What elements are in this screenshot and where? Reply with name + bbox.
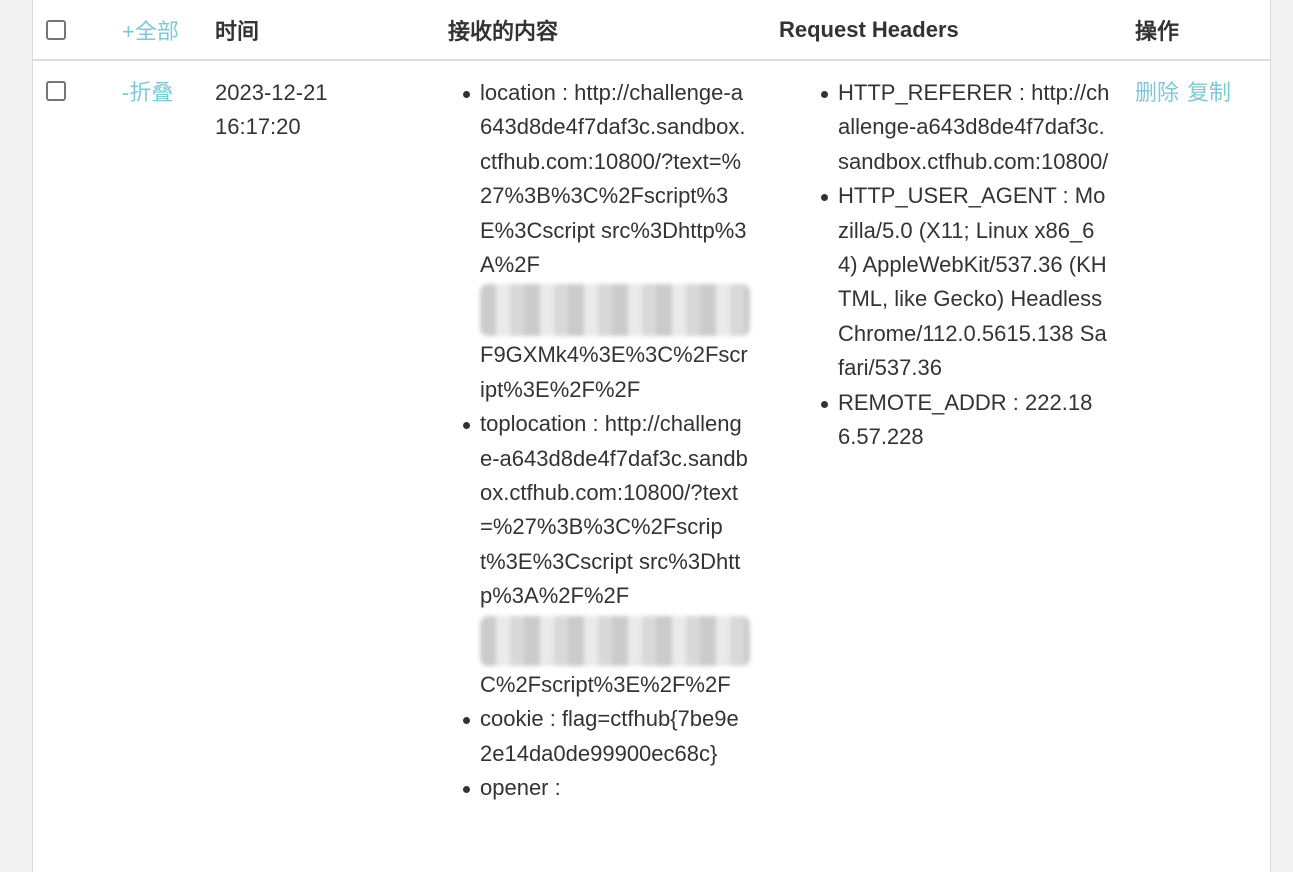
content-item-opener: opener : <box>463 771 748 805</box>
location-text: location : http://challenge-a643d8de4f7d… <box>480 80 747 278</box>
header-item-user-agent: HTTP_USER_AGENT : Mozilla/5.0 (X11; Linu… <box>821 179 1110 385</box>
toplocation-text-tail: C%2Fscript%3E%2F%2F <box>480 671 731 697</box>
actions-cell: 删除 复制 <box>1135 60 1270 805</box>
expand-all-cell: +全部 <box>86 0 215 61</box>
content-cell: location : http://challenge-a643d8de4f7d… <box>421 60 779 805</box>
request-headers-cell: HTTP_REFERER : http://challenge-a643d8de… <box>779 60 1135 805</box>
content-item-location: location : http://challenge-a643d8de4f7d… <box>463 76 750 407</box>
select-all-checkbox[interactable] <box>46 19 66 40</box>
time-date: 2023-12-21 <box>215 80 328 105</box>
content-header: 接收的内容 <box>421 0 779 61</box>
delete-link[interactable]: 删除 <box>1135 80 1179 105</box>
collapse-link[interactable]: -折叠 <box>86 76 173 110</box>
records-table: +全部 时间 接收的内容 Request Headers 操作 -折叠 2023… <box>33 0 1270 805</box>
header-item-remote-addr: REMOTE_ADDR : 222.186.57.228 <box>821 386 1110 455</box>
header-item-referer: HTTP_REFERER : http://challenge-a643d8de… <box>821 76 1110 179</box>
row-select-cell <box>33 60 86 805</box>
redacted-blur <box>480 284 750 337</box>
table-header-row: +全部 时间 接收的内容 Request Headers 操作 <box>33 0 1270 61</box>
row-checkbox[interactable] <box>46 81 66 101</box>
location-text-tail: F9GXMk4%3E%3C%2Fscript%3E%2F%2F <box>480 342 748 402</box>
toplocation-text: toplocation : http://challenge-a643d8de4… <box>480 411 748 609</box>
table-row: -折叠 2023-12-21 16:17:20 location : http:… <box>33 60 1270 805</box>
time-header: 时间 <box>215 0 421 61</box>
redacted-blur <box>480 615 750 666</box>
copy-link[interactable]: 复制 <box>1187 80 1231 105</box>
request-headers-header: Request Headers <box>779 0 1135 61</box>
content-item-cookie: cookie : flag=ctfhub{7be9e2e14da0de99900… <box>463 702 748 771</box>
collapse-cell: -折叠 <box>86 60 215 805</box>
time-clock: 16:17:20 <box>215 114 301 140</box>
expand-all-link[interactable]: +全部 <box>86 14 179 46</box>
select-all-cell <box>33 0 86 61</box>
records-panel: +全部 时间 接收的内容 Request Headers 操作 -折叠 2023… <box>32 0 1271 872</box>
actions-header: 操作 <box>1135 0 1270 61</box>
headers-list: HTTP_REFERER : http://challenge-a643d8de… <box>821 76 1110 455</box>
time-cell: 2023-12-21 16:17:20 <box>215 60 421 805</box>
content-list: location : http://challenge-a643d8de4f7d… <box>463 76 750 805</box>
content-item-toplocation: toplocation : http://challenge-a643d8de4… <box>463 407 750 702</box>
